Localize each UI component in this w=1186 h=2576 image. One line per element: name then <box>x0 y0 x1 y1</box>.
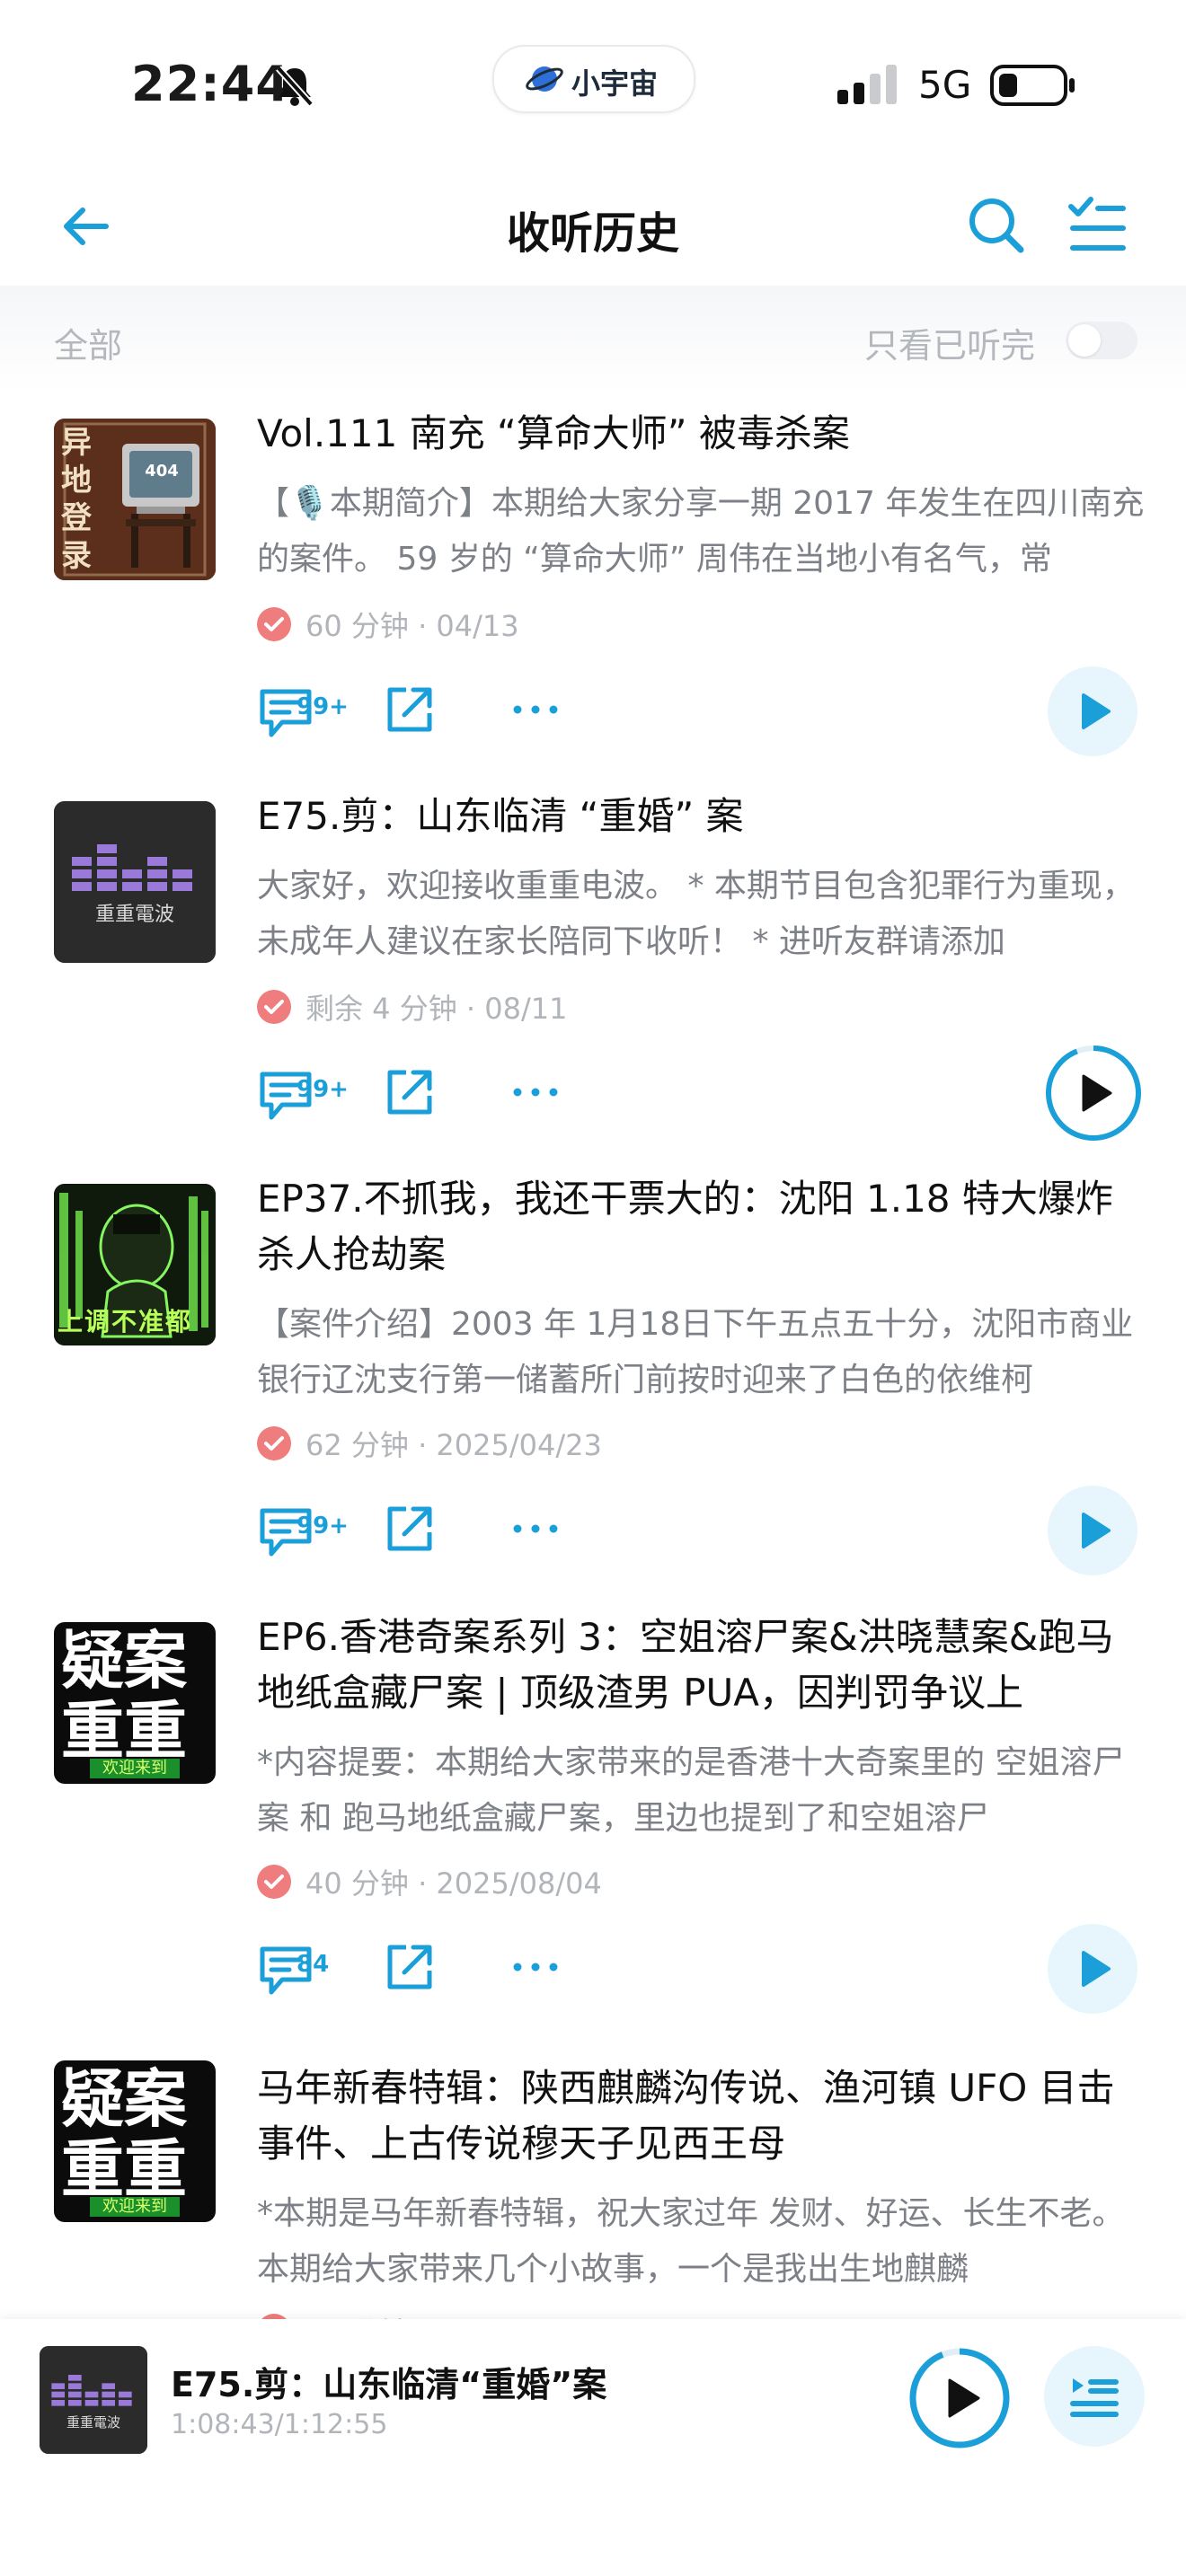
episode-title[interactable]: EP37.不抓我，我还干票大的：沈阳 1.18 特大爆炸杀人抢劫案 <box>257 1171 1146 1283</box>
share-icon[interactable] <box>383 1940 437 1994</box>
episode-description: 【🎙️本期简介】本期给大家分享一期 2017 年发生在四川南充的案件。 59 岁… <box>257 485 1145 578</box>
cover-title: 疑案重重 <box>61 1624 187 1768</box>
finished-check-icon <box>257 990 291 1024</box>
more-icon[interactable] <box>509 1511 562 1547</box>
episode-actions: 84 <box>257 1924 1155 2023</box>
episode-meta: 剩余 4 分钟 · 08/11 <box>257 986 567 1028</box>
playlist-icon <box>1070 2378 1119 2417</box>
mini-player-title[interactable]: E75.剪：山东临清“重婚”案 <box>171 2357 606 2406</box>
share-icon[interactable] <box>383 1502 437 1556</box>
play-button[interactable] <box>1048 666 1137 756</box>
play-button[interactable] <box>1048 1486 1137 1575</box>
play-icon <box>1082 1513 1111 1548</box>
episode-duration-date: 62 分钟 · 2025/04/23 <box>305 1428 602 1462</box>
episode-title[interactable]: E75.剪：山东临清 “重婚” 案 <box>257 789 1146 844</box>
episode-cover: 上调不准都 <box>54 1184 216 1345</box>
share-icon[interactable] <box>383 1065 437 1119</box>
checklist-icon[interactable] <box>1067 196 1127 255</box>
episode-description: 【案件介绍】2003 年 1月18日下午五点五十分，沈阳市商业银行辽沈支行第一储… <box>257 1306 1134 1398</box>
episode-duration-date: 30 分钟 · 02/20 <box>305 2310 519 2319</box>
cover-subtitle: 欢迎来到 <box>90 2197 180 2217</box>
cover-art-equalizer <box>40 2346 147 2454</box>
episode-meta: 62 分钟 · 2025/04/23 <box>257 1423 602 1464</box>
island-label: 小宇宙 <box>571 66 659 101</box>
finished-check-icon <box>257 607 291 641</box>
dynamic-island-pill[interactable]: 小宇宙 <box>492 45 695 113</box>
more-icon[interactable] <box>509 692 562 728</box>
search-icon[interactable] <box>965 194 1028 257</box>
comment-count: 99+ <box>296 693 349 720</box>
cover-title: 疑案重重 <box>61 2062 187 2206</box>
play-icon <box>1082 693 1111 729</box>
finished-check-icon <box>257 1865 291 1899</box>
more-icon[interactable] <box>509 1074 562 1110</box>
cover-title: 上调不准都 <box>58 1307 193 1337</box>
play-button[interactable] <box>1048 1924 1137 2014</box>
episode-cover: 异地登录 404 <box>54 419 216 580</box>
battery-icon <box>990 65 1075 106</box>
mini-player-time: 1:08:43/1:12:55 <box>171 2409 388 2440</box>
filter-all-tab[interactable]: 全部 <box>54 318 122 367</box>
status-bar: 22:44 小宇宙 5G <box>0 0 1186 162</box>
episode-duration-date: 40 分钟 · 2025/08/04 <box>305 1866 602 1901</box>
comment-count: 99+ <box>296 1513 349 1539</box>
network-type: 5G <box>918 63 972 107</box>
filter-bar: 全部 只看已听完 <box>0 286 1186 393</box>
cover-title: 异地登录 <box>61 425 92 574</box>
episode-cover: 疑案重重 欢迎来到 <box>54 2060 216 2222</box>
episode-meta: 30 分钟 · 02/20 <box>257 2310 519 2319</box>
cellular-signal-icon <box>837 65 897 104</box>
episode-meta: 40 分钟 · 2025/08/04 <box>257 1861 602 1902</box>
episode-meta: 60 分钟 · 04/13 <box>257 604 519 645</box>
cover-subtitle: 欢迎来到 <box>90 1759 180 1778</box>
comment-count: 84 <box>296 1951 330 1978</box>
mini-player-cover: 重重電波 <box>40 2346 147 2454</box>
only-finished-label: 只看已听完 <box>864 326 1036 366</box>
episode-cover: 疑案重重 欢迎来到 <box>54 1622 216 1784</box>
episode-actions: 99+ <box>257 666 1155 765</box>
planet-icon <box>526 66 563 92</box>
cover-badge: 404 <box>145 462 179 481</box>
episode-cover: 重重電波 <box>54 801 216 963</box>
progress-ring-play-icon <box>1046 1045 1141 1141</box>
episode-duration-date: 60 分钟 · 04/13 <box>305 609 519 643</box>
comment-count: 99+ <box>296 1076 349 1103</box>
episode-description: 大家好，欢迎接收重重电波。 * 本期节目包含犯罪行为重现，未成年人建议在家长陪同… <box>257 868 1135 960</box>
share-icon[interactable] <box>383 683 437 737</box>
episode-actions: 99+ <box>257 1044 1155 1148</box>
episode-description: *本期是马年新春特辑，祝大家过年 发财、好运、长生不老。 本期给大家带来几个小故… <box>257 2195 1135 2288</box>
mini-play-button[interactable] <box>907 2346 1012 2450</box>
cover-title: 重重電波 <box>94 904 174 926</box>
cover-art-equalizer <box>54 801 216 963</box>
only-finished-toggle[interactable] <box>1066 322 1137 359</box>
episode-description: *内容提要：本期给大家带来的是香港十大奇案里的 空姐溶尸案 和 跑马地纸盒藏尸案… <box>257 1744 1125 1837</box>
episode-remaining-date: 剩余 4 分钟 · 08/11 <box>305 992 568 1026</box>
toggle-knob <box>1068 324 1101 357</box>
play-button-in-progress[interactable] <box>1044 1044 1143 1142</box>
play-icon <box>1082 1951 1111 1987</box>
playlist-button[interactable] <box>1044 2346 1145 2447</box>
finished-check-icon <box>257 1426 291 1460</box>
status-time: 22:44 <box>131 56 290 112</box>
episode-title[interactable]: Vol.111 南充 “算命大师” 被毒杀案 <box>257 406 1146 462</box>
episode-title[interactable]: 马年新春特辑：陕西麒麟沟传说、渔河镇 UFO 目击事件、上古传说穆天子见西王母 <box>257 2060 1146 2172</box>
more-icon[interactable] <box>509 1949 562 1985</box>
episode-title[interactable]: EP6.香港奇案系列 3：空姐溶尸案&洪晓慧案&跑马地纸盒藏尸案 | 顶级渣男 … <box>257 1610 1146 1721</box>
episode-item[interactable]: 疑案重重 欢迎来到 马年新春特辑：陕西麒麟沟传说、渔河镇 UFO 目击事件、上古… <box>0 2060 1186 2319</box>
mini-player[interactable]: 重重電波 E75.剪：山东临清“重婚”案 1:08:43/1:12:55 <box>0 2319 1186 2576</box>
bell-muted-icon <box>276 66 314 107</box>
mini-cover-title: 重重電波 <box>66 2414 120 2430</box>
episode-actions: 99+ <box>257 1486 1155 1584</box>
